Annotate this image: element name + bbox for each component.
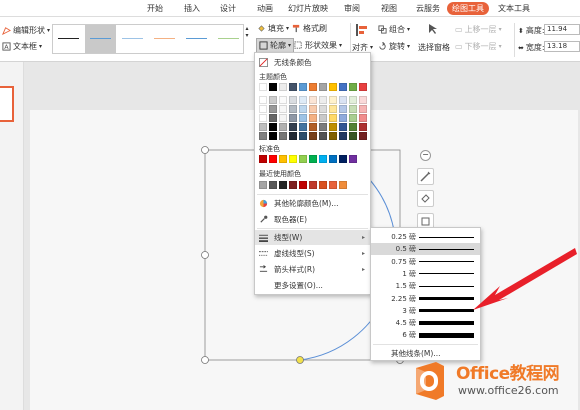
annotation-arrow — [473, 248, 577, 310]
watermark-title: Office教程网 — [456, 364, 560, 384]
watermark-url: www.office26.com — [458, 384, 559, 397]
office-logo-icon — [416, 362, 444, 400]
watermark: Office教程网 www.office26.com — [408, 356, 578, 406]
